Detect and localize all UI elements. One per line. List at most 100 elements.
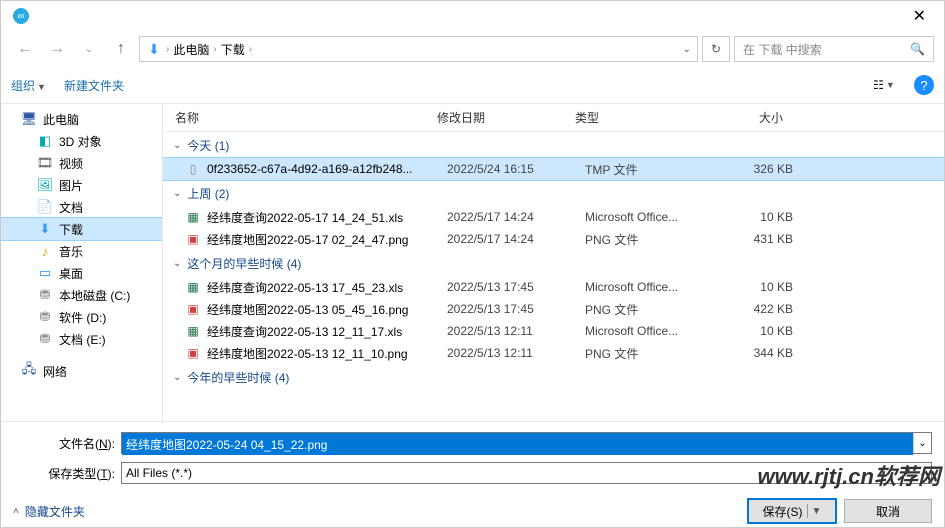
group-header[interactable]: ⌄今年的早些时候 (4) (163, 364, 944, 390)
file-type: PNG 文件 (585, 345, 723, 362)
file-row[interactable]: ▦ 经纬度查询2022-05-17 14_24_51.xls2022/5/17 1… (163, 206, 944, 228)
file-size: 344 KB (723, 346, 813, 360)
file-pane[interactable]: 名称 修改日期 类型 大小 ⌄ 今天 (1) ▯0f233652-c67a-4d92… (163, 104, 944, 421)
sidebar[interactable]: 🖥 此电脑 ◧3D 对象🎞视频🖼图片📄文档⬇下载♪音乐 ▭ 桌面 ⛃本地磁盘 (C:)⛃软… (1, 104, 163, 421)
file-size: 10 KB (723, 324, 813, 338)
sidebar-item-label: 桌面 (59, 265, 83, 282)
sidebar-item-diskd[interactable]: ⛃软件 (D:) (1, 306, 162, 328)
sidebar-item-label: 网络 (43, 363, 67, 380)
newfolder-button[interactable]: 新建文件夹 (64, 77, 124, 94)
breadcrumb-sep-icon: › (166, 44, 169, 55)
file-name: 经纬度查询2022-05-13 12_11_17.xls (207, 323, 447, 340)
file-date: 2022/5/13 12:11 (447, 346, 585, 360)
up-button[interactable]: ↑ (107, 35, 135, 63)
savetype-label: 保存类型(T): (13, 465, 121, 482)
address-dropdown-icon[interactable]: ⌄ (683, 44, 691, 55)
col-name[interactable]: 名称 (175, 109, 437, 126)
filename-label: 文件名(N): (13, 435, 121, 452)
help-button[interactable]: ? (914, 75, 934, 95)
cancel-button[interactable]: 取消 (844, 499, 932, 523)
file-row[interactable]: ▣经纬度地图2022-05-13 12_11_10.png2022/5/13 1… (163, 342, 944, 364)
column-headers[interactable]: 名称 修改日期 类型 大小 (163, 104, 944, 132)
col-date[interactable]: 修改日期 (437, 109, 575, 126)
sidebar-item-3d[interactable]: ◧3D 对象 (1, 130, 162, 152)
sidebar-item-pic[interactable]: 🖼图片 (1, 174, 162, 196)
close-button[interactable]: ✕ (903, 2, 936, 30)
desk-icon: ▭ (37, 265, 53, 281)
sidebar-item-diske[interactable]: ⛃文档 (E:) (1, 328, 162, 350)
diskc-icon: ⛃ (37, 287, 53, 303)
save-button[interactable]: 保存(S) ▼ (748, 499, 836, 523)
organize-button[interactable]: 组织▼ (11, 77, 46, 94)
group-title: 今天 (1) (187, 137, 229, 154)
sidebar-item-label: 下载 (59, 221, 83, 238)
breadcrumb-root[interactable]: 此电脑 (173, 41, 209, 58)
sidebar-item-diskc[interactable]: ⛃本地磁盘 (C:) (1, 284, 162, 306)
xls-file-icon: ▦ (185, 209, 201, 225)
col-size[interactable]: 大小 (713, 109, 803, 126)
xls-file-icon: ▦ (185, 323, 201, 339)
app-icon: ∞ (13, 8, 29, 24)
hide-folders-button[interactable]: ˄ 隐藏文件夹 (13, 503, 85, 520)
bottom-fields: 文件名(N): ⌄ 保存类型(T): All Files (*.*) ⌄ (1, 421, 944, 494)
breadcrumb-sep-icon: › (213, 44, 216, 55)
sidebar-item-video[interactable]: 🎞视频 (1, 152, 162, 174)
sidebar-item-music[interactable]: ♪音乐 (1, 240, 162, 262)
view-grid-icon: ☷ (873, 78, 884, 92)
group-header[interactable]: ⌄这个月的早些时候 (4) (163, 250, 944, 276)
savetype-select[interactable]: All Files (*.*) ⌄ (121, 462, 932, 484)
file-size: 10 KB (723, 210, 813, 224)
sidebar-item-label: 此电脑 (43, 111, 79, 128)
file-date: 2022/5/13 12:11 (447, 324, 585, 338)
file-file-icon: ▯ (185, 161, 201, 177)
file-row[interactable]: ▣经纬度地图2022-05-13 05_45_16.png2022/5/13 1… (163, 298, 944, 320)
search-icon: 🔍 (910, 42, 925, 56)
col-type[interactable]: 类型 (575, 109, 713, 126)
group-header[interactable]: ⌄上周 (2) (163, 180, 944, 206)
doc-icon: 📄 (37, 199, 53, 215)
view-mode-button[interactable]: ☷ ▼ (862, 73, 906, 97)
chevron-down-icon: ⌄ (919, 468, 927, 479)
file-date: 2022/5/17 14:24 (447, 210, 585, 224)
chevron-down-icon: ⌄ (173, 140, 181, 151)
sidebar-item-down[interactable]: ⬇下载 (1, 218, 162, 240)
filename-input[interactable] (122, 433, 913, 455)
back-button[interactable]: ← (11, 35, 39, 63)
sidebar-item-label: 文档 (E:) (59, 331, 106, 348)
group-header[interactable]: ⌄ 今天 (1) (163, 132, 944, 158)
breadcrumb-folder[interactable]: 下载 (221, 41, 245, 58)
file-name: 经纬度查询2022-05-17 14_24_51.xls (207, 209, 447, 226)
file-type: TMP 文件 (585, 161, 723, 178)
file-date: 2022/5/17 14:24 (447, 232, 585, 246)
pic-icon: 🖼 (37, 177, 53, 193)
chevron-down-icon: ▼ (812, 506, 822, 517)
file-date: 2022/5/24 16:15 (447, 162, 585, 176)
file-row[interactable]: ▣经纬度地图2022-05-17 02_24_47.png2022/5/17 1… (163, 228, 944, 250)
search-input[interactable]: 在 下载 中搜索 🔍 (734, 36, 934, 62)
refresh-button[interactable]: ↻ (702, 36, 730, 62)
chevron-down-icon: ▼ (886, 80, 895, 90)
sidebar-item-doc[interactable]: 📄文档 (1, 196, 162, 218)
address-bar[interactable]: ⬇ › 此电脑 › 下载 › ⌄ (139, 36, 698, 62)
navbar: ← → ⌄ ↑ ⬇ › 此电脑 › 下载 › ⌄ ↻ 在 下载 中搜索 🔍 (1, 31, 944, 67)
file-row[interactable]: ▦ 经纬度查询2022-05-13 12_11_17.xls2022/5/13 1… (163, 320, 944, 342)
chevron-up-icon: ˄ (13, 506, 19, 517)
sidebar-item-desk[interactable]: ▭ 桌面 (1, 262, 162, 284)
recent-dropdown[interactable]: ⌄ (75, 35, 103, 63)
downloads-folder-icon: ⬇ (146, 41, 162, 57)
breadcrumb-sep-icon: › (249, 44, 252, 55)
file-row[interactable]: ▦经纬度查询2022-05-13 17_45_23.xls2022/5/13 1… (163, 276, 944, 298)
filename-dropdown-icon[interactable]: ⌄ (913, 433, 931, 453)
sidebar-item-pc[interactable]: 🖥 此电脑 (1, 108, 162, 130)
file-type: Microsoft Office... (585, 324, 723, 338)
main-area: 🖥 此电脑 ◧3D 对象🎞视频🖼图片📄文档⬇下载♪音乐 ▭ 桌面 ⛃本地磁盘 (C:)⛃软… (1, 103, 944, 421)
pc-icon: 🖥 (21, 111, 37, 127)
net-icon: 🖧 (21, 363, 37, 379)
file-size: 431 KB (723, 232, 813, 246)
sidebar-item-label: 3D 对象 (59, 133, 102, 150)
forward-button[interactable]: → (43, 35, 71, 63)
file-row[interactable]: ▯0f233652-c67a-4d92-a169-a12fb248...2022… (163, 158, 944, 180)
file-type: Microsoft Office... (585, 210, 723, 224)
sidebar-item-net[interactable]: 🖧 网络 (1, 360, 162, 382)
sidebar-item-label: 视频 (59, 155, 83, 172)
